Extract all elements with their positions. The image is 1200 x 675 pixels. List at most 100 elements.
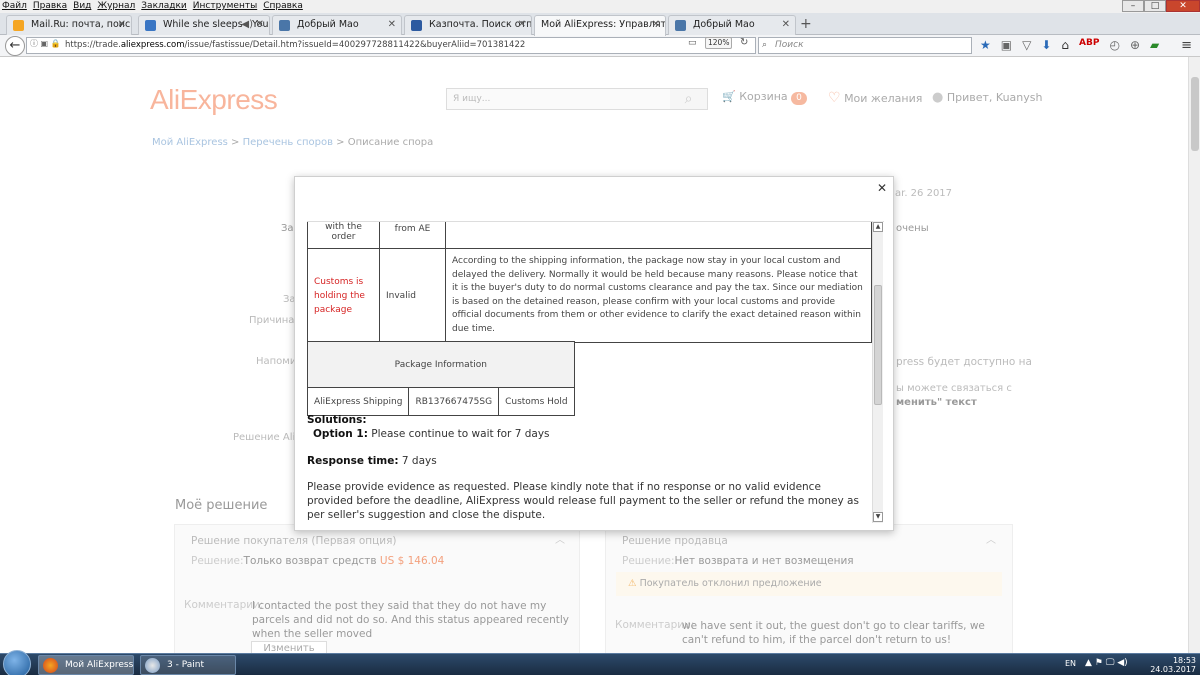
sync-icon[interactable]: ◴ <box>1109 38 1119 52</box>
tab-vk-1[interactable]: Добрый Мао ✕ <box>272 15 402 35</box>
tab-youtube[interactable]: While she sleeps - You ... ◀) ✕ <box>138 15 270 35</box>
breadcrumb: Мой AliExpress > Перечень споров > Описа… <box>152 137 433 148</box>
menu-help[interactable]: Справка <box>263 0 303 13</box>
menu-tools[interactable]: Инструменты <box>193 0 257 13</box>
response-time: Response time: 7 days <box>307 454 437 468</box>
youtube-favicon-icon <box>145 20 156 31</box>
downloads-icon[interactable]: ⬇ <box>1041 38 1051 52</box>
seller-decision-value: Нет возврата и нет возмещения <box>674 555 854 567</box>
site-info-lock-icon[interactable]: ⓘ ▣ 🔒 <box>30 38 61 49</box>
page-scrollbar[interactable] <box>1188 57 1200 653</box>
modal-close-button[interactable]: ✕ <box>877 181 887 195</box>
table-header-cell: with the order <box>307 222 380 249</box>
collapse-chevron-icon[interactable]: ︿ <box>555 531 565 546</box>
maximize-button[interactable]: □ <box>1144 0 1166 12</box>
tab-title: Казпочта. Поиск отправл... <box>429 19 532 30</box>
hamburger-menu-icon[interactable]: ≡ <box>1181 38 1192 53</box>
buyer-comment-text: I contacted the post they said that they… <box>252 600 569 640</box>
tab-title: While she sleeps - You ... <box>163 19 270 30</box>
breadcrumb-my-aliexpress[interactable]: Мой AliExpress <box>152 137 228 148</box>
seller-decision-title: Решение продавца <box>622 535 728 547</box>
tab-close-icon[interactable]: ✕ <box>652 16 660 34</box>
scroll-down-arrow-icon[interactable]: ▼ <box>873 512 883 522</box>
modal-scroll-area[interactable]: with the order from AE Invalid Reason Cu… <box>307 221 884 523</box>
minimize-button[interactable]: – <box>1122 0 1144 12</box>
breadcrumb-disputes[interactable]: Перечень споров <box>243 137 333 148</box>
menu-bookmarks[interactable]: Закладки <box>141 0 187 13</box>
scroll-up-arrow-icon[interactable]: ▲ <box>873 222 883 232</box>
clock[interactable]: 18:53 24.03.2017 <box>1150 656 1196 674</box>
dispute-reason-table: with the order from AE Invalid Reason Cu… <box>307 222 872 343</box>
taskbar-firefox[interactable]: Мой AliExpress: У... <box>38 655 134 675</box>
menu-edit[interactable]: Правка <box>33 0 67 13</box>
tab-close-icon[interactable]: ✕ <box>118 16 126 34</box>
bg-label-reminder: Напоми <box>256 356 297 367</box>
back-button[interactable]: ← <box>5 36 25 56</box>
tab-mailru[interactable]: Mail.Ru: почта, поиск в ин... ✕ <box>6 15 132 35</box>
url-bar[interactable]: https://trade.aliexpress.com/issue/fasti… <box>26 37 756 54</box>
zoom-level[interactable]: 120% <box>705 37 733 49</box>
menu-history[interactable]: Журнал <box>97 0 135 13</box>
library-icon[interactable]: ▣ <box>1001 38 1012 52</box>
language-indicator[interactable]: EN <box>1065 659 1076 668</box>
browser-search-field[interactable]: ⌕ Поиск <box>758 37 972 54</box>
response-time-value: 7 days <box>398 455 437 467</box>
tab-kazpost[interactable]: Казпочта. Поиск отправл... ✕ <box>404 15 532 35</box>
home-icon[interactable]: ⌂ <box>1061 38 1069 52</box>
start-button[interactable] <box>3 650 31 675</box>
tab-close-icon[interactable]: ✕ <box>388 16 396 34</box>
response-time-label: Response time: <box>307 455 399 467</box>
option-label: Option 1: <box>313 428 368 440</box>
aliexpress-logo[interactable]: AliExpress <box>150 84 278 116</box>
cart-icon: 🛒 <box>722 90 736 103</box>
collapse-chevron-icon[interactable]: ︿ <box>986 531 996 546</box>
wishlist-label: Мои желания <box>844 92 923 105</box>
reader-view-icon[interactable]: ▭ <box>688 38 697 48</box>
menu-view[interactable]: Вид <box>73 0 91 13</box>
firefox-icon <box>43 658 58 673</box>
extension-icon[interactable]: ▰ <box>1150 38 1159 52</box>
speaker-icon[interactable]: ◀) <box>241 16 253 34</box>
reload-icon[interactable]: ↻ <box>740 37 748 48</box>
tab-close-icon[interactable]: ✕ <box>256 16 264 34</box>
user-greeting[interactable]: ● Привет, Kuanysh <box>932 90 1042 105</box>
page-scrollbar-thumb[interactable] <box>1191 77 1199 151</box>
window-controls: – □ ✕ <box>1122 0 1200 13</box>
bg-label-za1: За <box>281 223 294 234</box>
tray-icons[interactable]: ▲ ⚑ 🖵 ◀) <box>1085 658 1128 668</box>
table-header-row: Package Information <box>307 341 575 388</box>
clock-date: 24.03.2017 <box>1150 665 1196 674</box>
wishlist-link[interactable]: ♡ Мои желания <box>828 90 922 106</box>
cart-link[interactable]: 🛒 Корзина 0 <box>722 90 807 105</box>
modal-scrollbar[interactable]: ▲ ▼ <box>872 221 883 523</box>
breadcrumb-separator: > <box>332 137 348 148</box>
buyer-refund-amount: US $ 146.04 <box>379 555 445 567</box>
buyer-decision-value: Только возврат средств <box>243 555 377 567</box>
package-tracking-number: RB137667475SG <box>408 387 500 416</box>
modal-scrollbar-thumb[interactable] <box>874 285 882 405</box>
table-header-cell: Invalid Reason <box>445 222 872 249</box>
windows-taskbar: Мой AliExpress: У... 3 - Paint EN ▲ ⚑ 🖵 … <box>0 650 1200 675</box>
tab-aliexpress[interactable]: Мой AliExpress: Управлять зак... ✕ <box>534 15 666 36</box>
new-tab-button[interactable]: + <box>800 16 812 32</box>
addon-icon[interactable]: ⊕ <box>1130 38 1140 52</box>
buyer-decision-label: Решение: <box>191 555 244 567</box>
site-search-input[interactable]: Я ищу... <box>446 88 671 110</box>
solutions-label: Solutions: <box>307 414 367 426</box>
bookmark-star-icon[interactable]: ★ <box>980 38 991 52</box>
menu-file[interactable]: Файл <box>2 0 27 13</box>
site-search-button[interactable]: ⌕ <box>670 88 708 110</box>
avatar-icon: ● <box>932 90 944 105</box>
cart-label: Корзина <box>739 90 788 103</box>
package-info-table: Package Information AliExpress Shipping … <box>307 341 575 416</box>
menu-bar: Файл Правка Вид Журнал Закладки Инструме… <box>0 0 1200 13</box>
taskbar-paint[interactable]: 3 - Paint <box>140 655 236 675</box>
window-close-button[interactable]: ✕ <box>1166 0 1200 12</box>
seller-decision-panel: Решение продавца ︿ Решение:Нет возврата … <box>605 524 1013 654</box>
tab-vk-2[interactable]: Добрый Мао ✕ <box>668 15 796 35</box>
tab-close-icon[interactable]: ✕ <box>518 16 526 34</box>
table-cell-reason: Customs is holding the package <box>307 248 380 343</box>
tab-close-icon[interactable]: ✕ <box>782 16 790 34</box>
adblock-icon[interactable]: ABP <box>1079 38 1099 52</box>
pocket-icon[interactable]: ▽ <box>1022 38 1031 52</box>
